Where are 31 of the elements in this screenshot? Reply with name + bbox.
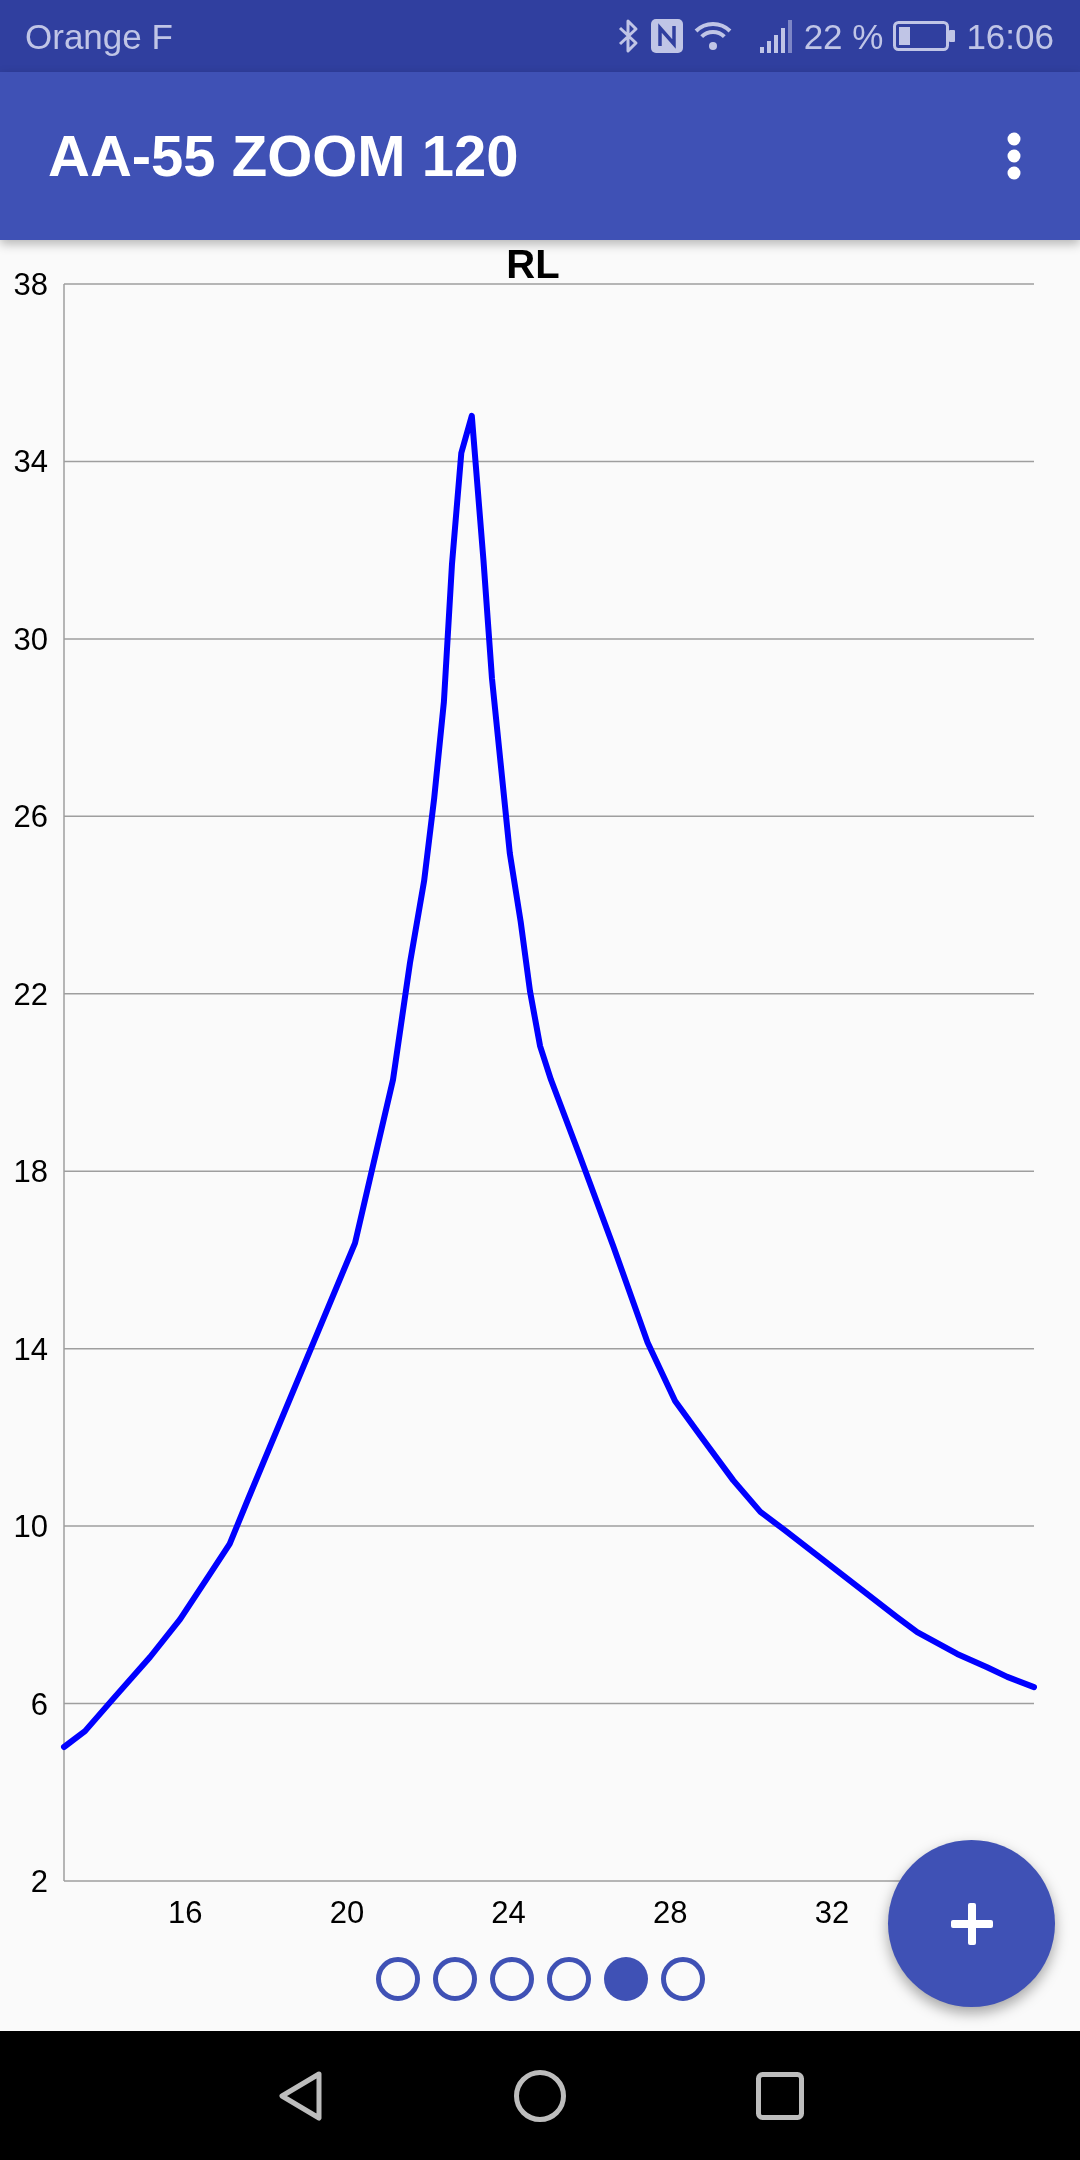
back-icon[interactable]	[277, 2069, 323, 2122]
y-axis-label: 26	[13, 799, 48, 835]
battery-icon	[893, 21, 956, 51]
y-axis-label: 30	[13, 621, 48, 657]
more-options-icon[interactable]	[1007, 132, 1021, 180]
wifi-icon	[692, 21, 733, 51]
y-axis-label: 6	[30, 1686, 48, 1722]
clock-time: 16:06	[966, 18, 1054, 54]
chart-title: RL	[506, 242, 560, 286]
app-title: AA-55 ZOOM 120	[48, 124, 519, 188]
x-axis-label: 24	[491, 1895, 526, 1930]
add-button[interactable]	[888, 1840, 1055, 2007]
battery-percent: 22 %	[803, 18, 884, 54]
signal-icon	[759, 19, 793, 53]
bluetooth-icon	[616, 17, 639, 55]
y-axis-label: 38	[13, 267, 48, 302]
nfc-icon	[650, 19, 683, 53]
recents-icon[interactable]	[756, 2071, 804, 2120]
y-axis-label: 14	[13, 1331, 48, 1367]
y-axis-label: 34	[13, 444, 48, 480]
x-axis-label: 20	[329, 1895, 365, 1930]
y-axis-label: 2	[30, 1864, 48, 1899]
home-icon[interactable]	[514, 2069, 566, 2122]
x-axis-label: 28	[653, 1895, 688, 1930]
y-axis-label: 18	[13, 1154, 48, 1190]
y-axis-label: 22	[13, 976, 48, 1012]
x-axis-label: 32	[814, 1895, 850, 1930]
carrier-name: Orange F	[25, 18, 173, 54]
plus-icon	[950, 1902, 993, 1945]
y-axis-label: 10	[13, 1509, 48, 1545]
x-axis-label: 16	[168, 1895, 203, 1930]
